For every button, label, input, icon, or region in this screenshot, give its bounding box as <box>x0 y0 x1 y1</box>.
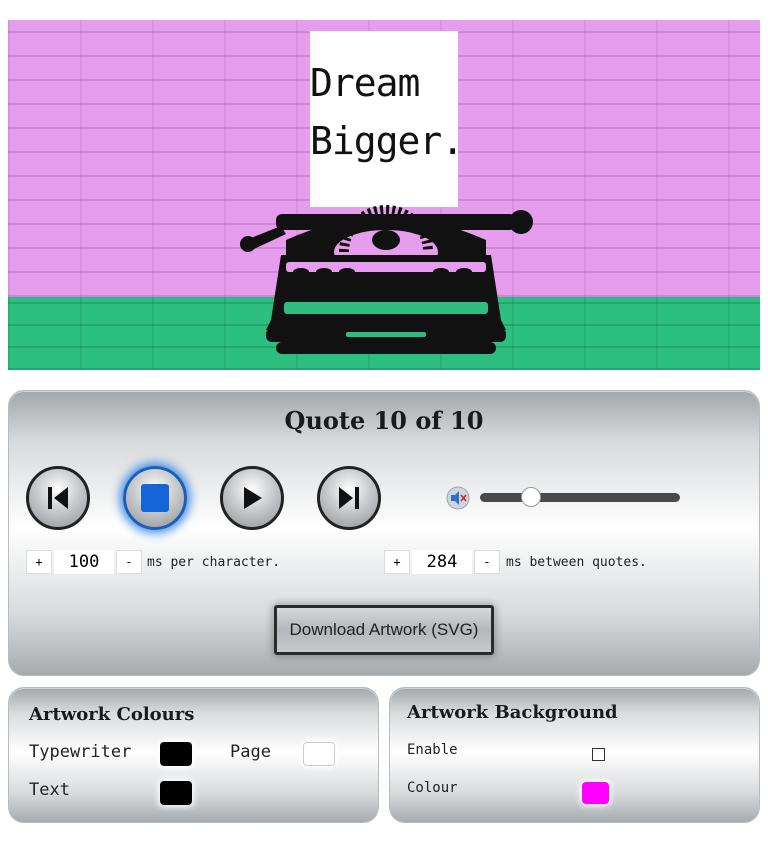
next-button[interactable] <box>317 466 381 530</box>
quote-text: Dream Bigger. <box>310 54 530 170</box>
char-speed-label: ms per character. <box>147 555 281 570</box>
artwork-background-title: Artwork Background <box>407 702 618 723</box>
quote-line-1: Dream <box>310 61 420 105</box>
quote-delay-increase-button[interactable]: + <box>384 550 410 574</box>
play-button[interactable] <box>220 466 284 530</box>
artwork-canvas: Dream Bigger. <box>8 20 760 370</box>
text-colour-swatch[interactable] <box>160 781 192 805</box>
play-icon <box>244 487 262 509</box>
download-svg-button[interactable]: Download Artwork (SVG) <box>274 605 494 655</box>
char-speed-increase-button[interactable]: + <box>26 550 52 574</box>
typewriter-colour-label: Typewriter <box>29 742 132 762</box>
char-speed-input[interactable]: 100 <box>54 550 114 574</box>
background-colour-swatch[interactable] <box>582 782 609 804</box>
quote-delay-input[interactable]: 284 <box>412 550 472 574</box>
background-colour-label: Colour <box>407 780 458 796</box>
typewriter-icon <box>240 205 533 354</box>
background-enable-label: Enable <box>407 742 458 758</box>
stop-icon <box>141 484 169 512</box>
text-colour-label: Text <box>29 780 70 800</box>
previous-icon <box>48 487 68 509</box>
next-icon <box>339 487 359 509</box>
typewriter-colour-swatch[interactable] <box>160 742 192 766</box>
volume-track <box>480 493 680 502</box>
volume-slider[interactable] <box>480 487 680 507</box>
stop-button[interactable] <box>123 466 187 530</box>
quote-delay-label: ms between quotes. <box>506 555 647 570</box>
previous-button[interactable] <box>26 466 90 530</box>
speaker-muted-icon[interactable] <box>445 486 471 510</box>
page-colour-swatch[interactable] <box>303 742 335 766</box>
artwork-colours-title: Artwork Colours <box>29 704 195 725</box>
quote-delay-decrease-button[interactable]: - <box>474 550 500 574</box>
quote-line-2: Bigger. <box>310 119 464 163</box>
background-enable-checkbox[interactable] <box>592 748 605 761</box>
page-colour-label: Page <box>230 742 271 762</box>
char-speed-decrease-button[interactable]: - <box>116 550 142 574</box>
quote-counter: Quote 10 of 10 <box>284 406 484 435</box>
